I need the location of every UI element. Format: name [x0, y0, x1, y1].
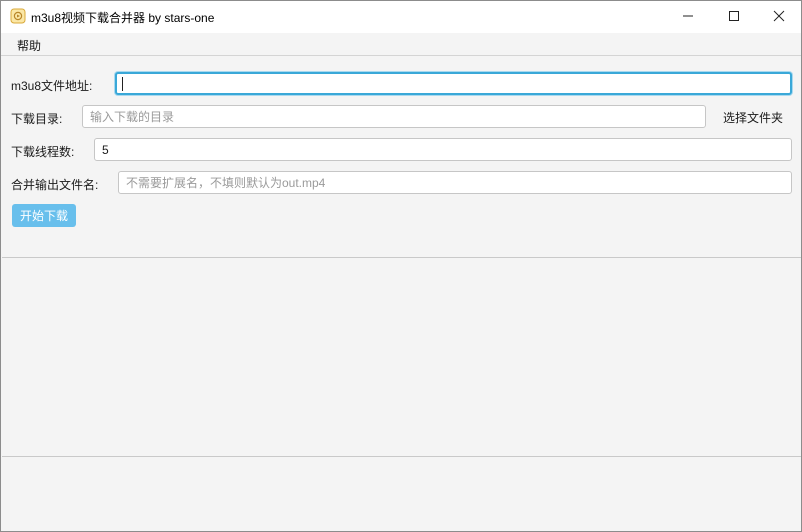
close-icon — [773, 10, 785, 25]
app-window: m3u8视频下载合并器 by stars-one 帮助 m3u8文件地址: 下载… — [0, 0, 802, 532]
menu-help[interactable]: 帮助 — [17, 37, 41, 54]
minimize-icon — [682, 10, 694, 25]
threads-label: 下载线程数: — [11, 145, 75, 159]
start-download-button[interactable]: 开始下载 — [12, 204, 76, 227]
url-input[interactable] — [115, 72, 792, 95]
dir-label: 下载目录: — [11, 112, 63, 126]
output-name-label: 合并输出文件名: — [11, 178, 99, 192]
menu-bar: 帮助 — [1, 33, 801, 56]
threads-input[interactable] — [94, 138, 792, 161]
maximize-icon — [728, 10, 740, 25]
title-bar[interactable]: m3u8视频下载合并器 by stars-one — [1, 1, 801, 33]
minimize-button[interactable] — [665, 1, 711, 33]
text-cursor — [122, 77, 123, 91]
choose-folder-button[interactable]: 选择文件夹 — [723, 109, 783, 126]
app-icon — [10, 8, 26, 24]
close-button[interactable] — [756, 1, 802, 33]
url-label: m3u8文件地址: — [11, 79, 93, 93]
output-name-input[interactable] — [118, 171, 792, 194]
maximize-button[interactable] — [711, 1, 757, 33]
window-title: m3u8视频下载合并器 by stars-one — [31, 11, 215, 25]
dir-input[interactable] — [82, 105, 706, 128]
log-output-area[interactable] — [2, 257, 801, 457]
